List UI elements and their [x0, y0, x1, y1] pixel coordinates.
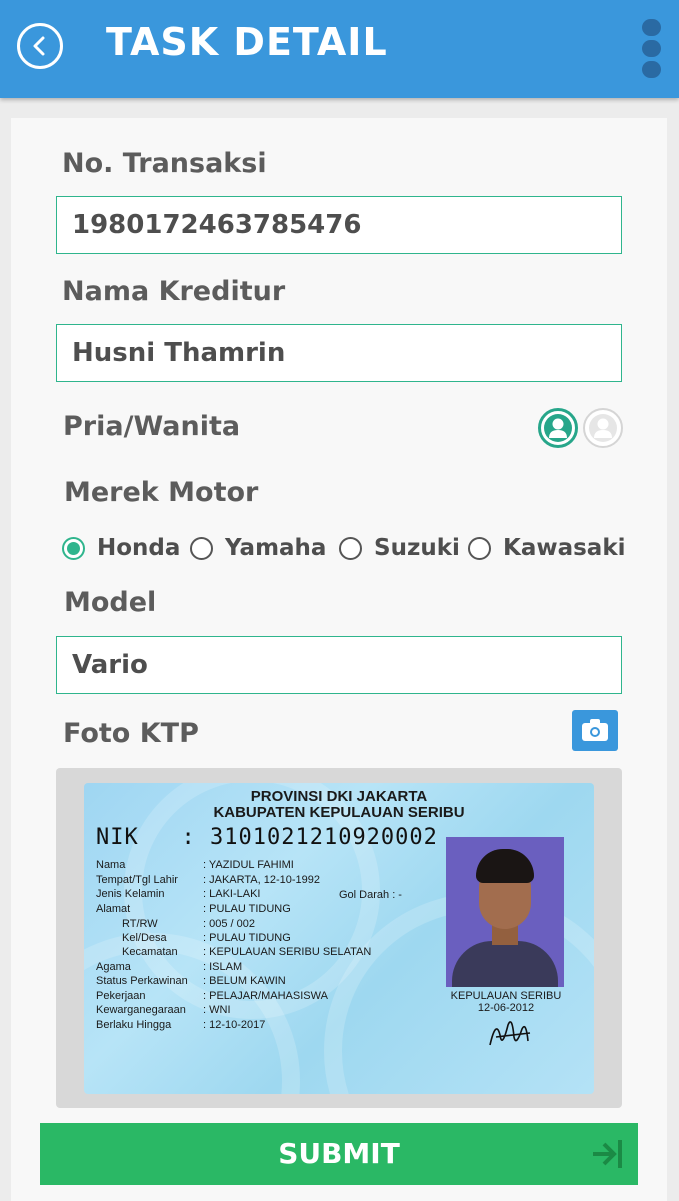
model-label: Model [64, 587, 157, 618]
ktp-row: Agama: ISLAM [96, 961, 243, 973]
gender-label: Pria/Wanita [63, 411, 241, 442]
foto-label: Foto KTP [63, 718, 199, 749]
ktp-row: Tempat/Tgl Lahir: JAKARTA, 12-10-1992 [96, 874, 320, 886]
ktp-row: Alamat: PULAU TIDUNG [96, 903, 291, 915]
kreditur-label: Nama Kreditur [62, 276, 286, 307]
ktp-nik: NIK : 3101021210920002 [96, 825, 438, 850]
radio-circle [339, 536, 362, 560]
radio-circle [468, 536, 491, 560]
ktp-row: Status Perkawinan: BELUM KAWIN [96, 975, 286, 987]
female-avatar-icon[interactable] [583, 408, 623, 448]
ktp-provinsi: PROVINSI DKI JAKARTA [250, 788, 428, 805]
model-field[interactable]: Vario [56, 636, 622, 694]
radio-yamaha[interactable]: Yamaha [190, 531, 326, 565]
ktp-gol-darah: Gol Darah : - [339, 889, 402, 901]
ktp-row: RT/RW: 005 / 002 [122, 918, 255, 930]
transaksi-label: No. Transaksi [62, 148, 267, 179]
back-button[interactable] [17, 23, 63, 69]
camera-icon [582, 719, 608, 741]
male-avatar-icon[interactable] [538, 408, 578, 448]
merek-label: Merek Motor [64, 477, 259, 508]
page-title: TASK DETAIL [106, 20, 388, 64]
submit-arrow-icon [593, 1140, 622, 1168]
back-icon [33, 36, 45, 56]
ktp-row: Kecamatan: KEPULAUAN SERIBU SELATAN [122, 946, 372, 958]
submit-button[interactable]: SUBMIT [40, 1123, 638, 1185]
radio-suzuki[interactable]: Suzuki [339, 531, 460, 565]
radio-kawasaki[interactable]: Kawasaki [468, 531, 626, 565]
kreditur-field[interactable]: Husni Thamrin [56, 324, 622, 382]
ktp-image[interactable]: PROVINSI DKI JAKARTA KABUPATEN KEPULAUAN… [84, 783, 594, 1094]
app-bar: TASK DETAIL [0, 0, 679, 98]
ktp-issue-place: KEPULAUAN SERIBU [450, 990, 562, 1002]
camera-button[interactable] [572, 710, 618, 751]
ktp-row: Kel/Desa: PULAU TIDUNG [122, 932, 291, 944]
ktp-row: Jenis Kelamin: LAKI-LAKI [96, 888, 261, 900]
transaksi-field[interactable]: 1980172463785476 [56, 196, 622, 254]
ktp-signature [489, 1021, 531, 1046]
radio-honda[interactable]: Honda [62, 531, 180, 565]
ktp-issue-date: 12-06-2012 [477, 1002, 535, 1014]
ktp-kabupaten: KABUPATEN KEPULAUAN SERIBU [213, 804, 465, 821]
ktp-row: Kewarganegaraan: WNI [96, 1004, 231, 1016]
radio-circle [190, 536, 213, 560]
ktp-row: Pekerjaan: PELAJAR/MAHASISWA [96, 990, 328, 1002]
radio-circle [62, 536, 85, 560]
ktp-portrait [446, 837, 564, 987]
ktp-row: Berlaku Hingga: 12-10-2017 [96, 1019, 266, 1031]
ktp-row: Nama: YAZIDUL FAHIMI [96, 859, 294, 871]
merek-radio-group: Honda Yamaha Suzuki Kawasaki [62, 531, 632, 565]
more-vert-icon[interactable] [641, 19, 663, 85]
